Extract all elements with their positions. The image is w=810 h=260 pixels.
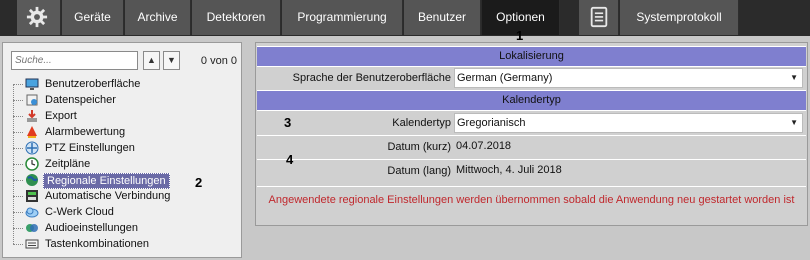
tree-item-label: Benutzeroberfläche xyxy=(45,78,141,90)
tree-branch xyxy=(13,180,23,181)
row-date-short: Datum (kurz) 04.07.2018 xyxy=(257,136,806,158)
ui-language-select[interactable]: German (Germany) ▼ xyxy=(454,68,803,88)
keyboard-icon xyxy=(25,239,39,249)
restart-notice: Angewendete regionale Einstellungen werd… xyxy=(257,186,806,226)
tree-item-label: Automatische Verbindung xyxy=(45,190,171,202)
ui-language-label: Sprache der Benutzeroberfläche xyxy=(292,72,451,84)
tree-branch xyxy=(13,244,23,245)
date-short-value: 04.07.2018 xyxy=(456,140,512,152)
export-icon xyxy=(27,110,37,122)
syslog-icon-button[interactable] xyxy=(579,0,619,35)
tree-branch xyxy=(13,100,23,101)
dropdown-arrow-icon: ▼ xyxy=(790,73,798,82)
tree-item-label: Audioeinstellungen xyxy=(45,222,138,234)
search-prev-button[interactable]: ▲ xyxy=(143,51,160,70)
ptz-icon xyxy=(25,141,39,155)
settings-tree: Benutzeroberfläche Datenspeicher Export … xyxy=(9,76,237,256)
tree-branch xyxy=(13,164,23,165)
connection-icon xyxy=(26,190,38,202)
tree-branch xyxy=(13,148,23,149)
tree-item-label: C-Werk Cloud xyxy=(45,206,114,218)
tab-programmierung[interactable]: Programmierung xyxy=(282,0,403,35)
tree-branch xyxy=(13,196,23,197)
row-date-long: Datum (lang) Mittwoch, 4. Juli 2018 xyxy=(257,160,806,182)
section-header-localization: Lokalisierung xyxy=(257,46,806,67)
tree-branch xyxy=(13,228,23,229)
tree-item-label: Export xyxy=(45,110,77,122)
gear-icon xyxy=(26,6,48,28)
section-header-calendar: Kalendertyp xyxy=(257,90,806,111)
date-long-value: Mittwoch, 4. Juli 2018 xyxy=(456,164,562,176)
dropdown-arrow-icon: ▼ xyxy=(790,118,798,127)
tab-benutzer[interactable]: Benutzer xyxy=(404,0,481,35)
search-next-button[interactable]: ▼ xyxy=(163,51,180,70)
search-result-count: 0 von 0 xyxy=(200,55,237,67)
tab-geraete[interactable]: Geräte xyxy=(62,0,124,35)
search-input[interactable] xyxy=(11,51,138,70)
calendar-type-select[interactable]: Gregorianisch ▼ xyxy=(454,113,803,133)
tree-item-label: Tastenkombinationen xyxy=(45,238,149,250)
storage-icon xyxy=(26,94,38,106)
marker-3: 3 xyxy=(284,115,292,130)
log-document-icon xyxy=(590,6,608,28)
monitor-icon xyxy=(25,78,39,90)
top-navigation-bar: Geräte Archive Detektoren Programmierung… xyxy=(0,0,810,36)
marker-4: 4 xyxy=(286,152,294,167)
globe-icon xyxy=(26,174,38,186)
ui-language-value: German (Germany) xyxy=(457,72,553,84)
alarm-icon xyxy=(27,126,37,138)
tree-item-label: Zeitpläne xyxy=(45,158,91,170)
tab-detektoren[interactable]: Detektoren xyxy=(192,0,281,35)
tree-branch xyxy=(13,84,23,85)
marker-1: 1 xyxy=(516,28,524,43)
tab-systemprotokoll[interactable]: Systemprotokoll xyxy=(620,0,739,35)
calendar-type-value: Gregorianisch xyxy=(457,117,526,129)
tree-branch xyxy=(13,116,23,117)
settings-sidebar: ▲ ▼ 0 von 0 Benutzeroberfläche Datenspei… xyxy=(2,42,242,258)
tab-archive[interactable]: Archive xyxy=(125,0,191,35)
settings-logo-button[interactable] xyxy=(17,0,61,35)
cloud-icon xyxy=(25,207,39,218)
tree-item-label: Datenspeicher xyxy=(45,94,116,106)
schedule-icon xyxy=(25,157,39,171)
row-calendar-type: Kalendertyp Gregorianisch ▼ xyxy=(257,112,806,134)
tree-branch xyxy=(13,132,23,133)
tree-branch xyxy=(13,212,23,213)
tree-item-label: Regionale Einstellungen xyxy=(43,173,170,189)
row-ui-language: Sprache der Benutzeroberfläche German (G… xyxy=(257,67,806,89)
audio-icon xyxy=(26,224,38,232)
regional-settings-panel: Lokalisierung Sprache der Benutzeroberfl… xyxy=(255,42,808,226)
tree-item-label: PTZ Einstellungen xyxy=(45,142,135,154)
marker-2: 2 xyxy=(195,175,203,190)
tree-item-label: Alarmbewertung xyxy=(45,126,126,138)
